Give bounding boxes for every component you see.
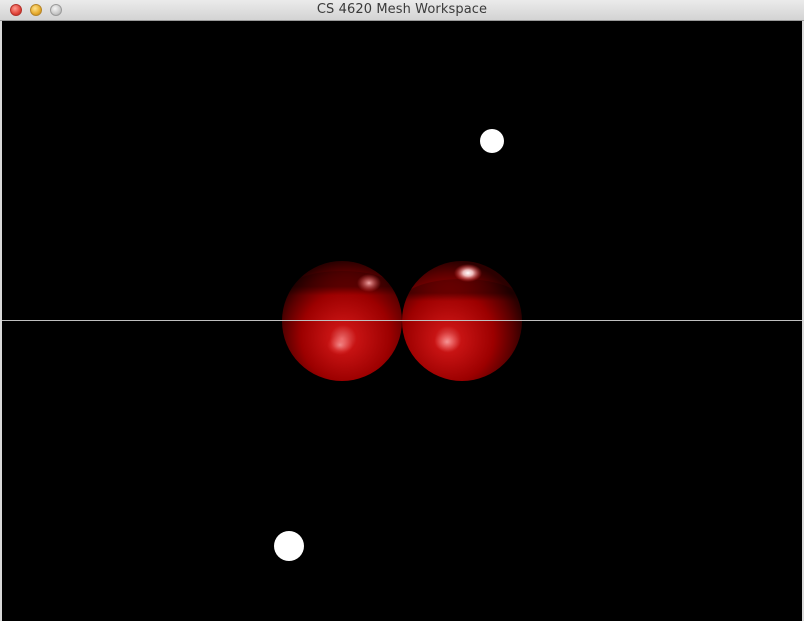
upper-light-marker[interactable] xyxy=(480,129,504,153)
app-window: CS 4620 Mesh Workspace xyxy=(0,0,804,621)
title-bar[interactable]: CS 4620 Mesh Workspace xyxy=(0,0,804,21)
gl-viewport[interactable] xyxy=(2,21,802,621)
window-title: CS 4620 Mesh Workspace xyxy=(316,2,488,17)
lower-light-marker[interactable] xyxy=(274,531,304,561)
scene-svg xyxy=(2,129,802,561)
